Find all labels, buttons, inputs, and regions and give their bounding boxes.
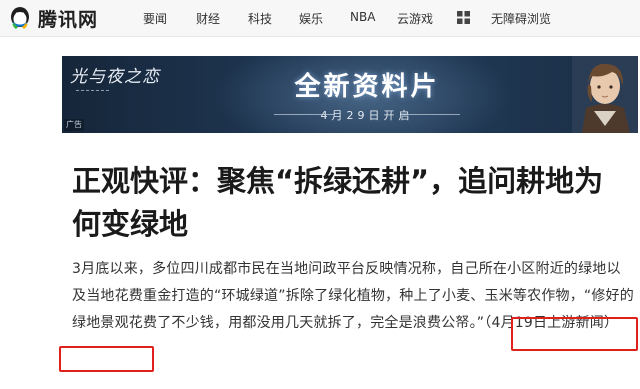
nav-item-nba[interactable]: NBA bbox=[350, 10, 375, 24]
logo-text: 腾讯网 bbox=[38, 8, 99, 31]
qq-logo-icon bbox=[11, 7, 29, 29]
top-nav-bar: 腾讯网 要闻 财经 科技 娱乐 NBA 云游戏 无障碍浏览 bbox=[0, 0, 640, 37]
annotation-box-source-part2 bbox=[59, 346, 154, 372]
ad-date-line-right bbox=[400, 114, 460, 115]
ad-game-logo-sub: ━━━━━━━ bbox=[76, 88, 112, 94]
page: 腾讯网 要闻 财经 科技 娱乐 NBA 云游戏 无障碍浏览 光与夜之恋 ━━━━… bbox=[0, 0, 640, 389]
accessibility-link[interactable]: 无障碍浏览 bbox=[491, 10, 551, 27]
ad-banner[interactable]: 光与夜之恋 ━━━━━━━ 全新资料片 4月29日开启 广告 bbox=[62, 56, 638, 133]
nav-item-finance[interactable]: 财经 bbox=[196, 10, 220, 27]
grid-menu-icon[interactable] bbox=[457, 11, 470, 24]
article-title: 正观快评：聚焦“拆绿还耕”，追问耕地为何变绿地 bbox=[72, 164, 604, 241]
ad-label: 广告 bbox=[64, 119, 84, 131]
nav-item-entertainment[interactable]: 娱乐 bbox=[299, 10, 323, 27]
nav-item-tech[interactable]: 科技 bbox=[248, 10, 272, 27]
site-logo[interactable]: 腾讯网 bbox=[6, 4, 98, 32]
annotation-box-source-part1 bbox=[511, 317, 638, 351]
ad-headline: 全新资料片 bbox=[294, 72, 440, 102]
ad-date: 4月29日开启 bbox=[320, 109, 414, 122]
ad-game-logo: 光与夜之恋 bbox=[70, 67, 160, 87]
nav-item-cloud-gaming[interactable]: 云游戏 bbox=[397, 10, 433, 27]
nav-item-news[interactable]: 要闻 bbox=[143, 10, 167, 27]
ad-character-illustration bbox=[572, 56, 638, 133]
